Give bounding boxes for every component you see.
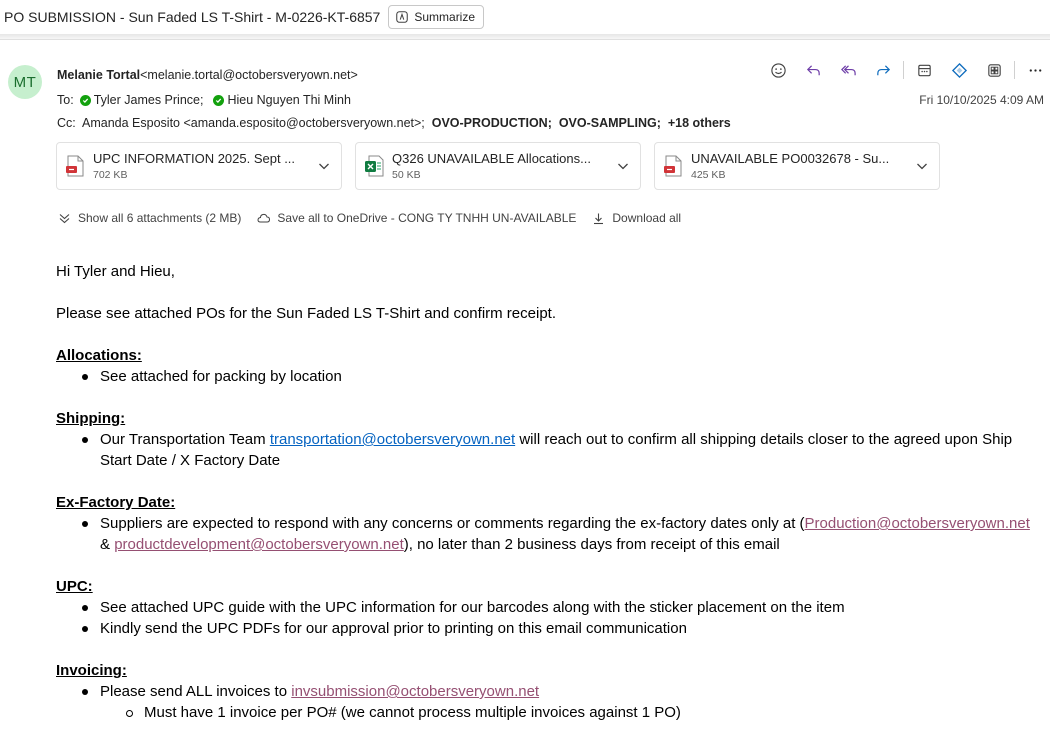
list-text: Our Transportation Team	[100, 431, 270, 448]
summarize-button[interactable]: Summarize	[388, 5, 485, 29]
show-all-attachments-button[interactable]: Show all 6 attachments (2 MB)	[58, 211, 241, 225]
to-label: To:	[57, 93, 74, 107]
more-icon	[1029, 68, 1041, 72]
upc-heading: UPC:	[56, 578, 93, 595]
more-actions-button[interactable]	[1021, 58, 1049, 82]
list-item: Kindly send the UPC PDFs for our approva…	[56, 618, 1041, 639]
loop-icon	[951, 62, 967, 78]
cloud-icon	[257, 213, 271, 222]
message-body: Hi Tyler and Hieu, Please see attached P…	[56, 261, 1041, 723]
reply-icon	[806, 64, 820, 75]
attachment-actions: Show all 6 attachments (2 MB) Save all t…	[58, 211, 697, 225]
calendar-button[interactable]	[910, 58, 938, 82]
attachment-size: 50 KB	[392, 169, 421, 181]
to-recipient[interactable]: Hieu Nguyen Thi Minh	[227, 93, 350, 107]
message-toolbar	[764, 58, 1050, 82]
to-line: To: Tyler James Prince; Hieu Nguyen Thi …	[57, 93, 351, 107]
toolbar-separator	[903, 61, 904, 79]
sent-date: Fri 10/10/2025 4:09 AM	[919, 93, 1044, 107]
toolbar-separator	[1014, 61, 1015, 79]
pdf-file-icon	[664, 155, 682, 177]
allocations-list: See attached for packing by location	[56, 366, 1041, 387]
copilot-summarize-icon	[396, 11, 409, 23]
download-all-button[interactable]: Download all	[592, 211, 681, 225]
list-item: Our Transportation Team transportation@o…	[56, 429, 1041, 471]
cc-line: Cc: Amanda Esposito <amanda.esposito@oct…	[57, 116, 731, 130]
reply-all-icon	[840, 64, 856, 75]
download-all-label: Download all	[612, 211, 682, 225]
excel-file-icon	[365, 155, 384, 177]
shipping-heading: Shipping:	[56, 410, 126, 427]
attachment-name: Q326 UNAVAILABLE Allocations...	[392, 151, 591, 166]
download-icon	[594, 213, 604, 224]
cc-more-button[interactable]: +18 others	[668, 116, 731, 130]
header-divider	[0, 34, 1050, 40]
attachment-card[interactable]: UNAVAILABLE PO0032678 - Su... 425 KB	[654, 142, 940, 190]
presence-available-icon	[79, 94, 91, 106]
sender-line[interactable]: Melanie Tortal<melanie.tortal@octobersve…	[57, 68, 358, 82]
list-text: Please send ALL invoices to	[100, 683, 292, 700]
cc-group[interactable]: OVO-SAMPLING;	[559, 116, 661, 130]
email-link-transportation[interactable]: transportation@octobersveryown.net	[270, 431, 515, 448]
sub-list-item: Must have 1 invoice per PO# (we cannot p…	[56, 702, 1041, 723]
double-chevron-down-icon	[59, 213, 70, 223]
emoji-icon	[770, 62, 786, 78]
list-item: Please send ALL invoices to invsubmissio…	[56, 681, 1041, 702]
intro-paragraph: Please see attached POs for the Sun Fade…	[56, 305, 556, 322]
shipping-list: Our Transportation Team transportation@o…	[56, 429, 1041, 471]
calendar-icon	[917, 64, 931, 76]
email-subject: PO SUBMISSION - Sun Faded LS T-Shirt - M…	[4, 9, 381, 25]
emoji-button[interactable]	[764, 58, 792, 82]
summarize-label: Summarize	[414, 10, 476, 24]
list-text: ), no later than 2 business days from re…	[403, 536, 780, 553]
save-onedrive-label: Save all to OneDrive - CONG TY TNHH UN-A…	[277, 211, 577, 225]
forward-icon	[876, 64, 890, 75]
reply-all-button[interactable]	[834, 58, 862, 82]
subject-bar: PO SUBMISSION - Sun Faded LS T-Shirt - M…	[0, 0, 1050, 34]
list-item: See attached for packing by location	[56, 366, 1041, 387]
presence-available-icon	[213, 94, 225, 106]
upc-list: See attached UPC guide with the UPC info…	[56, 597, 1041, 639]
invoicing-heading: Invoicing:	[56, 662, 127, 679]
avatar[interactable]: MT	[8, 65, 42, 99]
attachment-size: 425 KB	[691, 169, 726, 181]
loop-button[interactable]	[945, 58, 973, 82]
attachment-size: 702 KB	[93, 169, 128, 181]
attachment-list: UPC INFORMATION 2025. Sept ... 702 KB Q3…	[56, 142, 953, 190]
show-all-label: Show all 6 attachments (2 MB)	[78, 211, 242, 225]
chevron-down-icon[interactable]	[616, 159, 630, 173]
apps-button[interactable]	[980, 58, 1008, 82]
pdf-file-icon	[66, 155, 84, 177]
sender-name: Melanie Tortal	[57, 68, 141, 82]
attachment-card[interactable]: UPC INFORMATION 2025. Sept ... 702 KB	[56, 142, 342, 190]
list-text: &	[100, 536, 115, 553]
reply-button[interactable]	[799, 58, 827, 82]
allocations-heading: Allocations:	[56, 347, 142, 364]
apps-icon	[987, 63, 1001, 77]
list-text: Suppliers are expected to respond with a…	[100, 515, 805, 532]
list-item: Suppliers are expected to respond with a…	[56, 513, 1041, 555]
email-link-productdevelopment[interactable]: productdevelopment@octobersveryown.net	[114, 536, 404, 553]
email-link-production[interactable]: Production@octobersveryown.net	[805, 515, 1030, 532]
attachment-card[interactable]: Q326 UNAVAILABLE Allocations... 50 KB	[355, 142, 641, 190]
email-link-invsubmission[interactable]: invsubmission@octobersveryown.net	[291, 683, 539, 700]
sender-email: <melanie.tortal@octobersveryown.net>	[140, 68, 358, 82]
cc-group[interactable]: OVO-PRODUCTION;	[432, 116, 552, 130]
attachment-name: UPC INFORMATION 2025. Sept ...	[93, 151, 296, 166]
invoicing-list: Please send ALL invoices to invsubmissio…	[56, 681, 1041, 723]
attachment-name: UNAVAILABLE PO0032678 - Su...	[691, 151, 890, 166]
cc-recipient[interactable]: Amanda Esposito <amanda.esposito@october…	[82, 116, 425, 130]
chevron-down-icon[interactable]	[317, 159, 331, 173]
cc-label: Cc:	[57, 116, 76, 130]
to-recipient[interactable]: Tyler James Prince;	[94, 93, 204, 107]
exfactory-list: Suppliers are expected to respond with a…	[56, 513, 1041, 555]
forward-button[interactable]	[869, 58, 897, 82]
save-to-onedrive-button[interactable]: Save all to OneDrive - CONG TY TNHH UN-A…	[257, 211, 576, 225]
greeting: Hi Tyler and Hieu,	[56, 263, 175, 280]
list-item: See attached UPC guide with the UPC info…	[56, 597, 1041, 618]
chevron-down-icon[interactable]	[915, 159, 929, 173]
exfactory-heading: Ex-Factory Date:	[56, 494, 176, 511]
